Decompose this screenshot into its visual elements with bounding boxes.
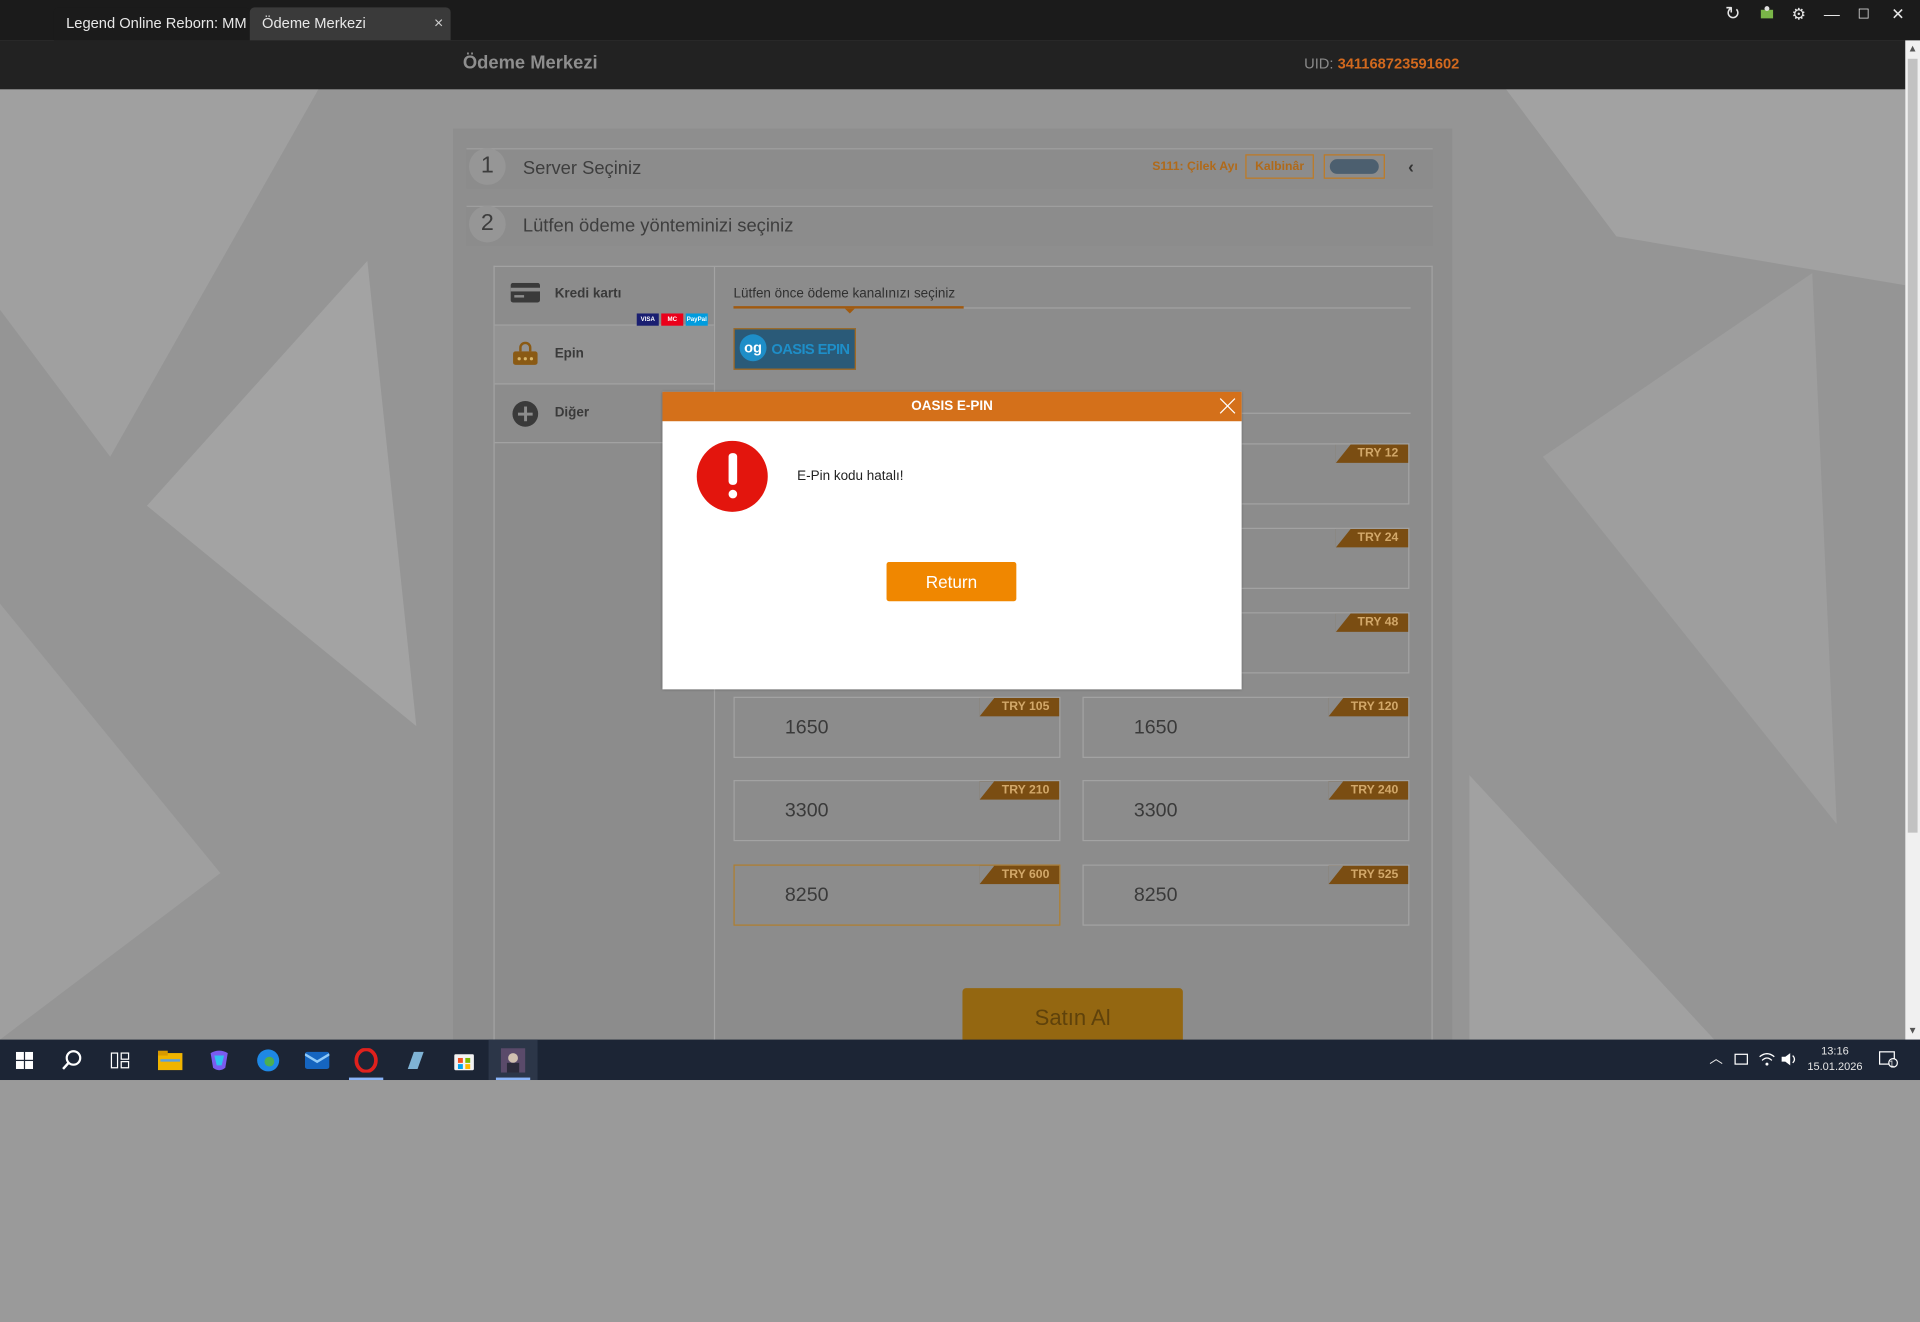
channel-tab[interactable]: Lütfen önce ödeme kanalınızı seçiniz	[733, 287, 955, 302]
uid-value: 341168723591602	[1337, 55, 1460, 73]
price-tag: TRY 210	[979, 781, 1060, 800]
close-window-icon[interactable]: ✕	[1882, 0, 1914, 29]
dialog-close-icon[interactable]	[1215, 393, 1239, 417]
page-title: Ödeme Merkezi	[462, 52, 598, 74]
amount-value: 1650	[1133, 717, 1178, 739]
oasis-logo-text: OASIS EPIN	[771, 340, 850, 358]
windows-start-icon[interactable]	[0, 1040, 49, 1080]
notifications-icon[interactable]: 1	[1878, 1040, 1898, 1080]
tab-label: Ödeme Merkezi	[262, 14, 366, 32]
oasis-logo-icon: og	[739, 334, 767, 362]
method-epin[interactable]: Epin	[494, 325, 714, 385]
scroll-up-icon[interactable]: ▲	[1905, 43, 1920, 54]
step-number: 2	[468, 205, 506, 243]
price-tag: TRY 600	[979, 865, 1060, 885]
amount-value: 8250	[1133, 885, 1178, 907]
page-header: Ödeme Merkezi UID: 341168723591602	[0, 40, 1906, 90]
network-icon[interactable]	[1758, 1040, 1775, 1080]
system-clock[interactable]: 13:16 15.01.2026	[1807, 1043, 1862, 1075]
method-label: Diğer	[554, 405, 590, 421]
meet-now-icon[interactable]	[1734, 1040, 1749, 1080]
error-dialog: OASIS E-PIN E-Pin kodu hatalı! Return	[662, 391, 1242, 690]
copilot-icon[interactable]	[195, 1040, 244, 1080]
step-number: 1	[468, 148, 506, 185]
amount-value: 8250	[784, 885, 829, 907]
scrollbar-thumb[interactable]	[1907, 58, 1918, 833]
tab-odeme-merkezi[interactable]: Ödeme Merkezi ×	[249, 7, 451, 41]
amount-option[interactable]: 8250 TRY 525	[1082, 864, 1410, 926]
edge-browser-icon[interactable]	[244, 1040, 293, 1080]
price-tag: TRY 525	[1328, 865, 1409, 885]
tab-label: Legend Online Reborn: MM	[66, 14, 247, 32]
step-server-select: 1 Server Seçiniz S111: Çilek Ayı Kalbinâ…	[466, 148, 1433, 189]
tab-legend-online[interactable]: Legend Online Reborn: MM	[53, 7, 250, 41]
tab-close-icon[interactable]: ×	[434, 7, 443, 39]
method-label: Epin	[554, 346, 584, 362]
page-scrollbar[interactable]: ▲ ▼	[1905, 40, 1920, 1040]
plus-circle-icon	[509, 400, 541, 427]
buy-button[interactable]: Satın Al	[962, 988, 1183, 1043]
step-payment-method: 2 Lütfen ödeme yönteminizi seçiniz	[466, 205, 1433, 247]
amount-option[interactable]: 3300 TRY 240	[1082, 780, 1410, 842]
game-logo-button[interactable]	[1323, 154, 1385, 179]
clock-time: 13:16	[1821, 1044, 1849, 1057]
card-logos: VISA MC PayPal	[636, 305, 710, 327]
notification-count: 1	[1889, 1060, 1895, 1069]
clock-date: 15.01.2026	[1807, 1060, 1863, 1073]
amount-option[interactable]: 3300 TRY 210	[733, 780, 1061, 842]
lock-icon	[509, 341, 541, 366]
credit-card-icon	[509, 282, 541, 307]
oasis-epin-channel-button[interactable]: og OASIS EPIN	[733, 328, 856, 370]
price-tag: TRY 120	[1328, 697, 1409, 717]
maximize-icon[interactable]: ☐	[1848, 0, 1880, 29]
amount-value: 3300	[1133, 800, 1178, 822]
error-icon	[696, 440, 768, 512]
price-tag: TRY 48	[1335, 613, 1409, 632]
return-button[interactable]: Return	[886, 562, 1017, 602]
outlook-icon[interactable]	[293, 1040, 342, 1080]
refresh-icon[interactable]: ↻	[1717, 0, 1749, 29]
window-titlebar: Legend Online Reborn: MM Ödeme Merkezi ×…	[0, 0, 1920, 41]
scroll-down-icon[interactable]: ▼	[1905, 1025, 1920, 1036]
selected-server-name: S111: Çilek Ayı	[1152, 160, 1238, 174]
step-label: Lütfen ödeme yönteminizi seçiniz	[522, 215, 794, 237]
error-message: E-Pin kodu hatalı!	[797, 468, 904, 484]
file-explorer-icon[interactable]	[146, 1040, 195, 1080]
task-view-icon[interactable]	[96, 1040, 145, 1080]
show-hidden-icons-icon[interactable]: ︿	[1709, 1040, 1722, 1080]
amount-value: 1650	[784, 717, 829, 739]
price-tag: TRY 240	[1328, 781, 1409, 800]
server-kalbinar-button[interactable]: Kalbinâr	[1245, 154, 1314, 179]
taskbar: ︿ 13:16 15.01.2026 1	[0, 1039, 1920, 1081]
uid-display: UID: 341168723591602	[1304, 55, 1459, 72]
amount-option-selected[interactable]: 8250 TRY 600	[733, 864, 1061, 926]
chevron-left-icon[interactable]: ‹	[1408, 157, 1414, 177]
method-label: Kredi kartı	[554, 286, 622, 302]
minimize-icon[interactable]: —	[1816, 0, 1848, 29]
step-label: Server Seçiniz	[522, 157, 642, 179]
notes-app-icon[interactable]	[391, 1040, 440, 1080]
price-tag: TRY 105	[979, 697, 1060, 717]
volume-icon[interactable]	[1780, 1040, 1797, 1080]
search-icon[interactable]	[48, 1040, 97, 1080]
amount-option[interactable]: 1650 TRY 120	[1082, 696, 1410, 758]
method-credit-card[interactable]: Kredi kartı VISA MC PayPal	[494, 267, 714, 327]
screen: Legend Online Reborn: MM Ödeme Merkezi ×…	[0, 0, 1920, 1322]
price-tag: TRY 12	[1335, 444, 1409, 463]
opera-browser-icon[interactable]	[342, 1040, 391, 1081]
amount-option[interactable]: 1650 TRY 105	[733, 696, 1061, 758]
game-app-icon[interactable]	[488, 1039, 538, 1081]
tab-indicator-arrow	[844, 308, 855, 314]
store-icon[interactable]	[440, 1040, 489, 1080]
extension-icon[interactable]	[1751, 0, 1783, 29]
settings-gear-icon[interactable]: ⚙	[1783, 0, 1815, 29]
price-tag: TRY 24	[1335, 528, 1409, 548]
amount-value: 3300	[784, 800, 829, 822]
dialog-title: OASIS E-PIN	[662, 391, 1242, 422]
uid-label: UID:	[1304, 55, 1334, 73]
